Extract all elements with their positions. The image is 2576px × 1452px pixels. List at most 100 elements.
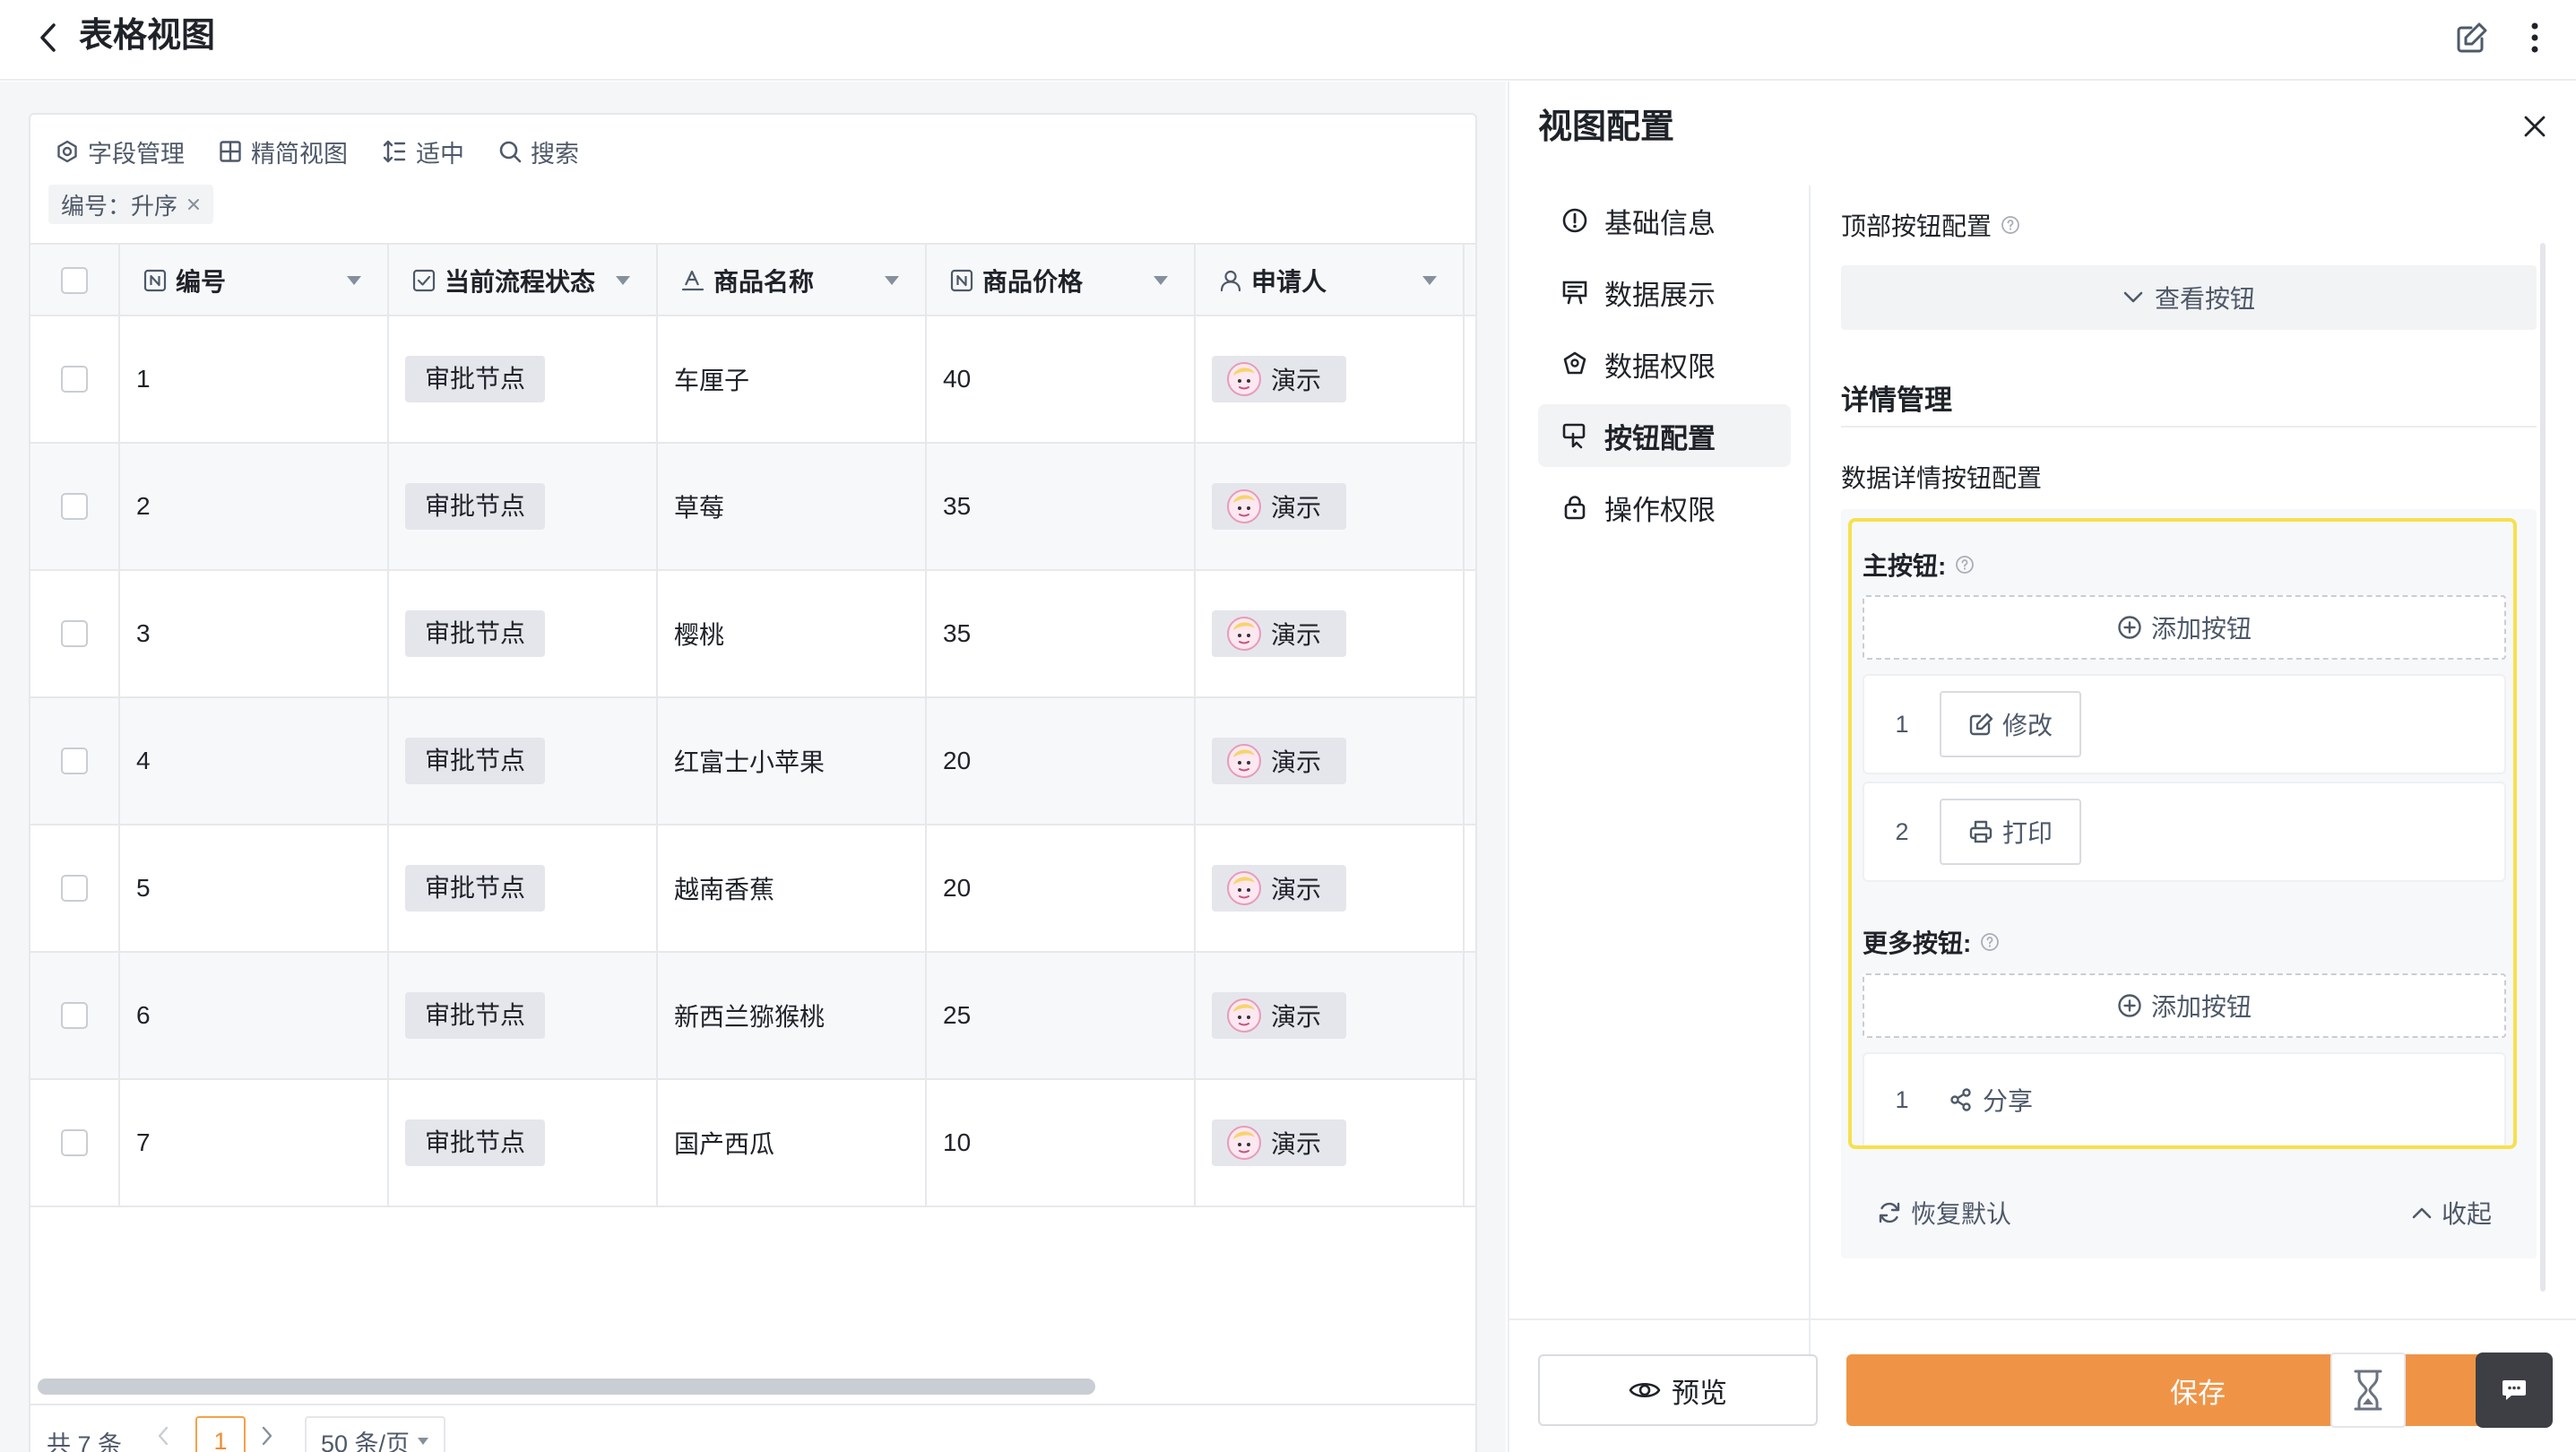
current-page[interactable]: 1 — [195, 1416, 246, 1452]
field-manage-button[interactable]: 字段管理 — [56, 134, 185, 169]
page-size-label: 50 条/页 — [321, 1430, 411, 1452]
menu-item-button-config[interactable]: 按钮配置 — [1538, 404, 1791, 467]
hourglass-button[interactable] — [2330, 1353, 2406, 1428]
column-header-applicant[interactable]: 申请人 — [1196, 245, 1465, 316]
top-buttons-config: 顶部按钮配置 — [1841, 207, 2540, 243]
user-chip[interactable]: 演示 — [1212, 483, 1347, 530]
row-checkbox[interactable] — [61, 366, 88, 393]
user-chip[interactable]: 演示 — [1212, 992, 1347, 1039]
cell-id: 5 — [120, 825, 389, 951]
chevron-up-icon — [2412, 1207, 2432, 1219]
primary-button-row[interactable]: 1 修改 — [1863, 674, 2506, 774]
caret-down-icon[interactable] — [884, 275, 900, 286]
select-all-cell — [30, 245, 120, 316]
pagination: 共 7 条 1 50 条/页 — [30, 1404, 1475, 1452]
add-primary-button[interactable]: 添加按钮 — [1863, 595, 2506, 660]
row-checkbox[interactable] — [61, 875, 88, 902]
user-chip[interactable]: 演示 — [1212, 1119, 1347, 1166]
caret-down-icon[interactable] — [346, 275, 362, 286]
column-header-id[interactable]: 编号 — [120, 245, 389, 316]
table-row[interactable]: 2 审批节点 草莓 35 演示 — [30, 444, 1475, 571]
primary-button-row[interactable]: 2 打印 — [1863, 782, 2506, 882]
view-buttons-label: 查看按钮 — [2154, 285, 2255, 313]
save-button[interactable]: 保存 — [1846, 1354, 2549, 1426]
table-row[interactable]: 6 审批节点 新西兰猕猴桃 25 演示 — [30, 953, 1475, 1080]
edit-view-button[interactable] — [2452, 18, 2492, 57]
row-checkbox[interactable] — [61, 493, 88, 520]
preview-button[interactable]: 预览 — [1538, 1354, 1818, 1426]
view-config-panel: 视图配置 基础信息 数据展示 数据权限 按钮配置 操作权限 顶部按钮配置 查看按… — [1508, 82, 2576, 1452]
vertical-scrollbar[interactable] — [2540, 243, 2546, 1292]
caret-down-icon[interactable] — [1422, 275, 1438, 286]
info-circle-icon — [1562, 208, 1587, 233]
next-page-button[interactable] — [260, 1425, 274, 1447]
more-button-row[interactable]: 1 分享 — [1863, 1052, 2506, 1145]
column-header-name[interactable]: 商品名称 — [658, 245, 927, 316]
edit-button-chip[interactable]: 修改 — [1940, 691, 2082, 757]
row-checkbox[interactable] — [61, 1002, 88, 1029]
column-label: 当前流程状态 — [445, 268, 596, 296]
column-header-price[interactable]: 商品价格 — [927, 245, 1196, 316]
collapse-button[interactable]: 收起 — [2411, 1195, 2492, 1231]
row-checkbox[interactable] — [61, 748, 88, 774]
restore-default-button[interactable]: 恢复默认 — [1877, 1195, 2011, 1231]
status-badge: 审批节点 — [405, 483, 546, 530]
user-chip[interactable]: 演示 — [1212, 865, 1347, 912]
chat-button[interactable] — [2476, 1353, 2553, 1428]
prev-page-button[interactable] — [156, 1425, 170, 1447]
row-checkbox[interactable] — [61, 620, 88, 647]
select-all-checkbox[interactable] — [61, 267, 88, 294]
table-row[interactable]: 7 审批节点 国产西瓜 10 演示 — [30, 1080, 1475, 1207]
caret-down-icon[interactable] — [615, 275, 631, 286]
menu-item-label: 基础信息 — [1604, 207, 1716, 239]
back-button[interactable] — [30, 20, 66, 56]
config-menu: 基础信息 数据展示 数据权限 按钮配置 操作权限 — [1538, 189, 1791, 548]
cell-price: 10 — [927, 1080, 1196, 1206]
panel-divider — [1809, 186, 1811, 1378]
row-checkbox[interactable] — [61, 1129, 88, 1156]
chevron-left-icon — [158, 1426, 169, 1446]
column-label: 申请人 — [1251, 268, 1327, 296]
button-index: 2 — [1895, 817, 1909, 845]
status-badge: 审批节点 — [405, 992, 546, 1039]
number-field-icon — [143, 269, 167, 292]
search-button[interactable]: 搜索 — [498, 134, 579, 169]
user-chip[interactable]: 演示 — [1212, 610, 1347, 657]
help-icon[interactable] — [1980, 932, 2000, 952]
menu-item-operation-permission[interactable]: 操作权限 — [1538, 476, 1791, 539]
view-buttons-toggle[interactable]: 查看按钮 — [1841, 265, 2537, 330]
menu-item-data-display[interactable]: 数据展示 — [1538, 261, 1791, 324]
user-chip[interactable]: 演示 — [1212, 356, 1347, 402]
table-row[interactable]: 5 审批节点 越南香蕉 20 演示 — [30, 825, 1475, 953]
close-panel-button[interactable] — [2517, 108, 2553, 144]
cell-id: 4 — [120, 698, 389, 824]
page-size-select[interactable]: 50 条/页 — [305, 1416, 446, 1452]
table-row[interactable]: 3 审批节点 樱桃 35 演示 — [30, 571, 1475, 698]
share-button-chip[interactable]: 分享 — [1940, 1082, 2033, 1118]
cell-price: 25 — [927, 953, 1196, 1078]
cell-applicant: 演示 — [1196, 316, 1465, 442]
close-icon[interactable] — [186, 197, 201, 212]
user-name: 演示 — [1271, 367, 1322, 394]
button-label: 分享 — [1983, 1087, 2034, 1115]
help-icon[interactable] — [2001, 215, 2020, 235]
menu-item-basic-info[interactable]: 基础信息 — [1538, 189, 1791, 252]
add-more-button[interactable]: 添加按钮 — [1863, 973, 2506, 1038]
print-button-chip[interactable]: 打印 — [1940, 799, 2082, 865]
avatar-icon — [1227, 617, 1261, 651]
column-header-status[interactable]: 当前流程状态 — [389, 245, 658, 316]
horizontal-scrollbar[interactable] — [38, 1379, 1095, 1395]
compact-view-button[interactable]: 精简视图 — [219, 134, 348, 169]
table-row[interactable]: 1 审批节点 车厘子 40 演示 — [30, 316, 1475, 444]
more-menu-button[interactable] — [2517, 18, 2553, 57]
user-name: 演示 — [1271, 494, 1322, 522]
cell-applicant: 演示 — [1196, 571, 1465, 696]
edit-icon — [1969, 713, 1993, 736]
row-height-button[interactable]: 适中 — [382, 134, 464, 169]
menu-item-data-permission[interactable]: 数据权限 — [1538, 333, 1791, 395]
user-chip[interactable]: 演示 — [1212, 738, 1347, 784]
avatar-icon — [1227, 362, 1261, 396]
table-row[interactable]: 4 审批节点 红富士小苹果 20 演示 — [30, 698, 1475, 825]
caret-down-icon[interactable] — [1153, 275, 1169, 286]
help-icon[interactable] — [1955, 555, 1975, 575]
